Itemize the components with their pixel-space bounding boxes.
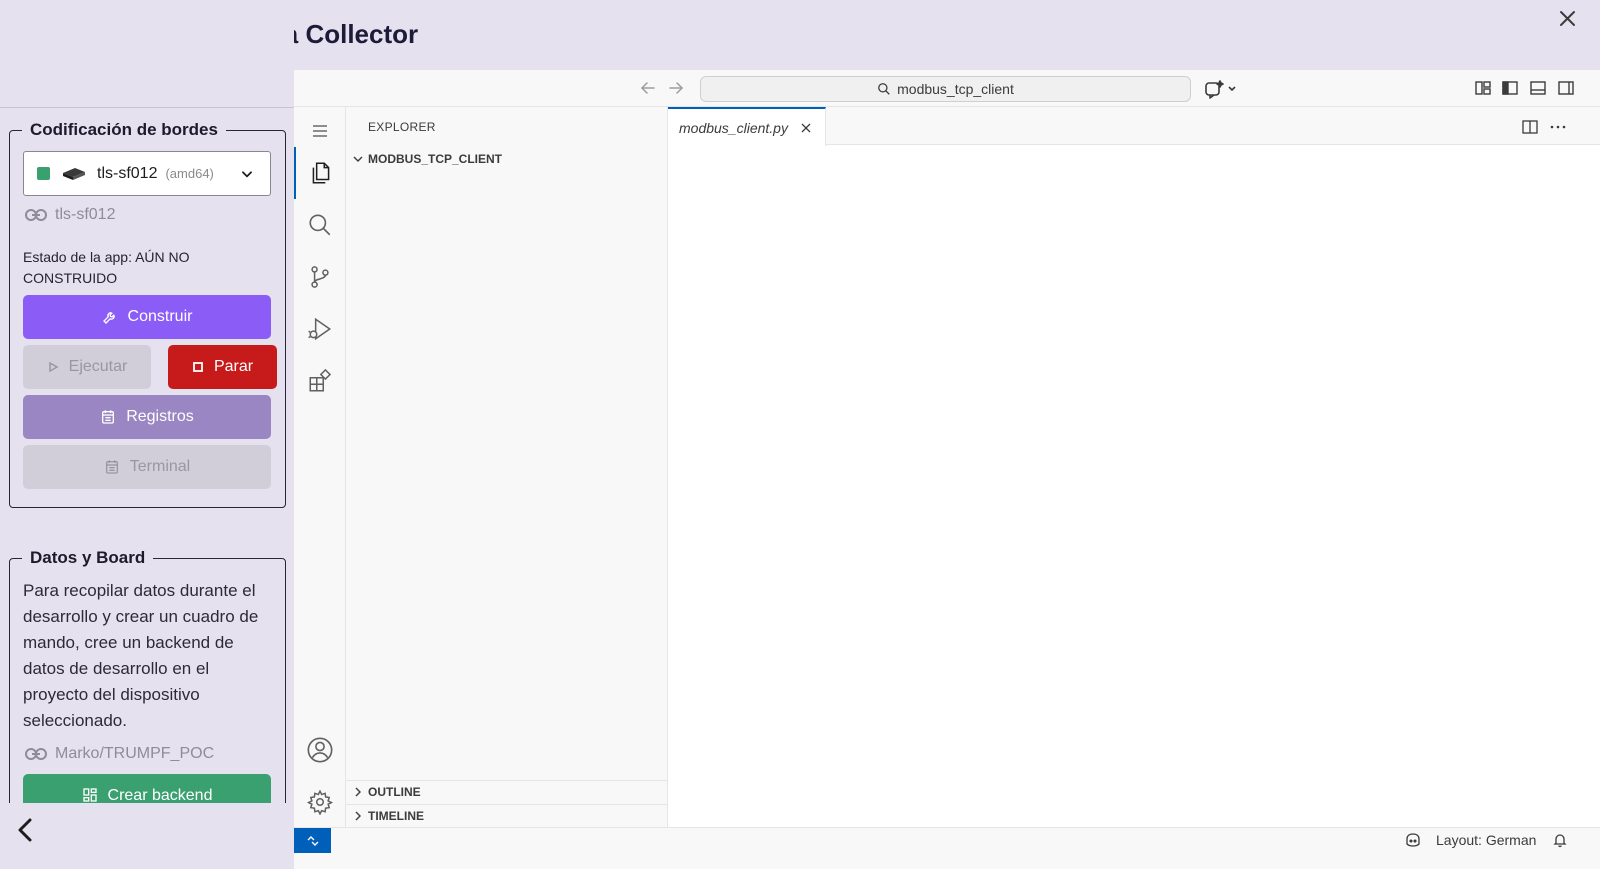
data-board-description: Para recopilar datos durante el desarrol… [23, 581, 259, 730]
command-center-search[interactable]: modbus_tcp_client [700, 76, 1191, 102]
stop-button[interactable]: Parar [168, 345, 277, 389]
timeline-header[interactable]: TIMELINE [352, 805, 662, 827]
extensions-icon [309, 368, 332, 392]
close-icon[interactable] [798, 120, 814, 136]
create-backend-button[interactable]: Crear backend [23, 774, 271, 803]
activity-source-control[interactable] [294, 251, 346, 303]
customize-layout-icon[interactable] [1474, 79, 1492, 97]
toggle-panel-icon[interactable] [1529, 79, 1547, 97]
copilot-status[interactable] [1404, 832, 1422, 848]
timeline-label: TIMELINE [368, 809, 424, 823]
device-arch: (amd64) [165, 166, 214, 181]
repo-link-label: Marko/TRUMPF_POC [55, 745, 215, 762]
left-divider [0, 107, 294, 108]
explorer-title: EXPLORER [368, 120, 436, 134]
edge-coding-legend: Codificación de bordes [30, 120, 218, 139]
device-name: tls-sf012 [97, 164, 158, 182]
device-select[interactable]: tls-sf012 (amd64) [23, 151, 271, 196]
activity-explorer[interactable] [294, 147, 346, 199]
notifications-status[interactable] [1552, 832, 1568, 848]
data-board-legend: Datos y Board [30, 548, 146, 567]
device-icon [63, 167, 85, 180]
link-icon [25, 748, 47, 760]
chevron-down-icon [353, 156, 363, 162]
editor-area[interactable]: modbus_client.py [668, 107, 1600, 827]
build-button[interactable]: Construir [23, 295, 271, 339]
split-editor-icon[interactable] [1521, 118, 1539, 136]
hamburger-icon [313, 125, 327, 137]
create-backend-label: Crear backend [107, 787, 213, 803]
stop-button-label: Parar [213, 358, 254, 375]
build-button-label: Construir [127, 308, 193, 325]
activity-run-debug[interactable] [294, 303, 346, 355]
explorer-sidebar: EXPLORER MODBUS_TCP_CLIENT OUTLINE TIMEL… [346, 107, 668, 827]
left-panel: Codificación de bordes tls-sf012 (amd64)… [0, 0, 294, 803]
run-button[interactable]: Ejecutar [23, 345, 151, 389]
activity-bar [294, 107, 346, 827]
play-icon [48, 361, 59, 373]
calendar-icon [102, 410, 115, 424]
device-status-dot [37, 167, 50, 180]
left-footer [0, 803, 294, 869]
folder-name: MODBUS_TCP_CLIENT [368, 152, 503, 166]
activity-search[interactable] [294, 199, 346, 251]
link-icon [25, 209, 47, 221]
nav-back-icon[interactable] [638, 78, 658, 98]
toggle-primary-sidebar-icon[interactable] [1501, 79, 1519, 97]
close-icon [1560, 11, 1575, 26]
chevron-right-icon [355, 811, 361, 821]
search-icon [878, 83, 890, 95]
collapse-panel-button[interactable] [12, 815, 38, 845]
toggle-secondary-sidebar-icon[interactable] [1557, 79, 1575, 97]
remote-icon [307, 835, 318, 846]
remote-indicator[interactable] [294, 828, 331, 853]
keyboard-layout-status[interactable]: Layout: German [1436, 832, 1536, 848]
terminal-button[interactable]: Terminal [23, 445, 271, 489]
chevron-left-icon [18, 818, 32, 842]
activity-extensions[interactable] [294, 355, 346, 407]
chevron-down-icon [242, 171, 252, 178]
copilot-icon[interactable] [1204, 78, 1240, 100]
terminal-icon [105, 460, 118, 474]
dashboard-icon [82, 788, 97, 802]
tab-modbus-client[interactable]: modbus_client.py [668, 107, 826, 146]
device-link-label: tls-sf012 [55, 206, 116, 223]
close-button[interactable] [1552, 3, 1576, 33]
activity-settings[interactable] [294, 776, 346, 828]
run-debug-icon [308, 317, 332, 341]
nav-forward-icon[interactable] [666, 78, 686, 98]
search-icon [309, 214, 331, 236]
account-icon [307, 737, 333, 763]
vscode-window: modbus_tcp_client EXPLORER MODBUS_TCP_CL… [294, 70, 1600, 869]
status-bar: Layout: German [294, 827, 1600, 869]
repo-link[interactable]: Marko/TRUMPF_POC [25, 745, 214, 763]
logs-button[interactable]: Registros [23, 395, 271, 439]
bell-icon [1553, 834, 1567, 848]
files-icon [312, 162, 330, 184]
outline-label: OUTLINE [368, 785, 421, 799]
gear-icon [307, 789, 333, 815]
activity-accounts[interactable] [294, 724, 346, 776]
source-control-icon [311, 266, 329, 288]
stop-icon [193, 362, 203, 372]
more-actions-icon[interactable] [1549, 118, 1567, 136]
run-button-label: Ejecutar [68, 358, 128, 375]
logs-button-label: Registros [126, 408, 194, 425]
vscode-titlebar: modbus_tcp_client [294, 70, 1600, 107]
terminal-button-label: Terminal [129, 458, 191, 475]
outline-header[interactable]: OUTLINE [352, 781, 662, 803]
copilot-icon [1406, 833, 1420, 847]
device-link[interactable]: tls-sf012 [25, 206, 115, 224]
chevron-right-icon [355, 787, 361, 797]
folder-header[interactable]: MODBUS_TCP_CLIENT [352, 148, 662, 170]
command-center-label: modbus_tcp_client [897, 81, 1014, 97]
app-status-text: Estado de la app: AÚN NO CONSTRUIDO [23, 249, 190, 286]
editor-tabs: modbus_client.py [668, 107, 1600, 146]
wrench-icon [102, 312, 115, 324]
tab-label: modbus_client.py [679, 119, 788, 136]
